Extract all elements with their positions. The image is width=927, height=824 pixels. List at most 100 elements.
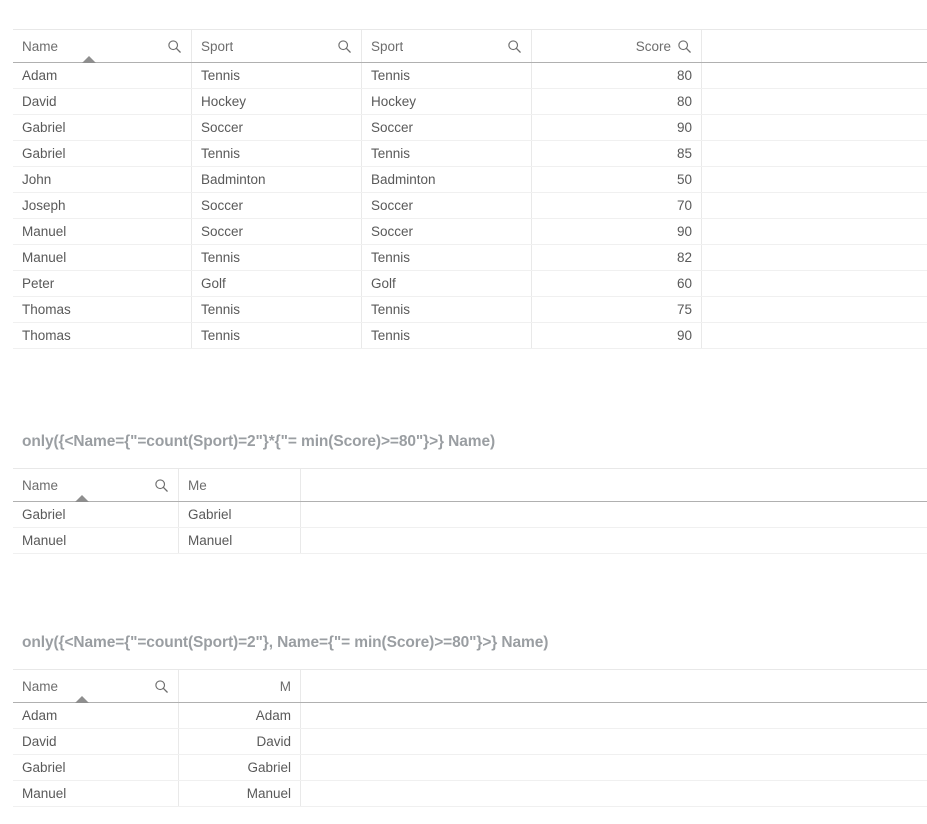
table-cell[interactable] (301, 502, 927, 527)
table-row[interactable]: Peter Golf Golf 60 (13, 271, 927, 297)
table-cell[interactable]: Golf (192, 271, 362, 296)
table-cell[interactable]: Tennis (192, 323, 362, 348)
table-cell[interactable]: Adam (179, 703, 301, 728)
table-cell[interactable]: Thomas (13, 323, 192, 348)
table-cell[interactable]: Tennis (362, 245, 532, 270)
table-cell[interactable]: David (13, 89, 192, 114)
table-cell[interactable]: Tennis (362, 297, 532, 322)
table-cell[interactable]: 90 (532, 219, 702, 244)
table-cell[interactable] (702, 297, 927, 322)
table-cell[interactable] (702, 89, 927, 114)
table-cell[interactable] (301, 729, 927, 754)
table-cell[interactable]: Peter (13, 271, 192, 296)
table-cell[interactable]: Joseph (13, 193, 192, 218)
table-cell[interactable]: Manuel (13, 219, 192, 244)
table-row[interactable]: Thomas Tennis Tennis 75 (13, 297, 927, 323)
table-cell[interactable]: Gabriel (13, 755, 179, 780)
table-cell[interactable]: Badminton (192, 167, 362, 192)
table-cell[interactable]: Gabriel (13, 502, 179, 527)
table-cell[interactable]: 90 (532, 115, 702, 140)
search-icon[interactable] (507, 39, 522, 54)
table-row[interactable]: Manuel Manuel (13, 528, 927, 554)
table-cell[interactable]: 50 (532, 167, 702, 192)
table-cell[interactable] (702, 167, 927, 192)
search-icon[interactable] (154, 478, 169, 493)
table-row[interactable]: Gabriel Gabriel (13, 502, 927, 528)
table-cell[interactable]: Hockey (362, 89, 532, 114)
table-cell[interactable] (702, 323, 927, 348)
table-cell[interactable]: Tennis (362, 63, 532, 88)
table-row[interactable]: Manuel Soccer Soccer 90 (13, 219, 927, 245)
table-cell[interactable]: 82 (532, 245, 702, 270)
table-cell[interactable]: Gabriel (13, 115, 192, 140)
search-icon[interactable] (167, 39, 182, 54)
table-cell[interactable]: Golf (362, 271, 532, 296)
table-row[interactable]: Gabriel Gabriel (13, 755, 927, 781)
table-cell[interactable]: Soccer (192, 193, 362, 218)
table-cell[interactable]: Badminton (362, 167, 532, 192)
table-cell[interactable]: Soccer (362, 115, 532, 140)
table-row[interactable]: Manuel Tennis Tennis 82 (13, 245, 927, 271)
table-cell[interactable]: Tennis (192, 245, 362, 270)
table-cell[interactable] (702, 219, 927, 244)
table-cell[interactable]: 60 (532, 271, 702, 296)
table-cell[interactable]: Gabriel (13, 141, 192, 166)
table-cell[interactable] (702, 245, 927, 270)
table-cell[interactable]: Tennis (192, 63, 362, 88)
table-cell[interactable]: Manuel (13, 245, 192, 270)
table-cell[interactable] (301, 528, 927, 553)
column-header-score-3[interactable]: Score (532, 30, 702, 62)
table-cell[interactable]: Gabriel (179, 755, 301, 780)
table-cell[interactable]: Tennis (192, 297, 362, 322)
table-row[interactable]: Manuel Manuel (13, 781, 927, 807)
table-row[interactable]: Adam Tennis Tennis 80 (13, 63, 927, 89)
table-cell[interactable]: Tennis (192, 141, 362, 166)
table-cell[interactable]: Adam (13, 703, 179, 728)
table-row[interactable]: Thomas Tennis Tennis 90 (13, 323, 927, 349)
table-cell[interactable]: 75 (532, 297, 702, 322)
table-cell[interactable]: Manuel (13, 781, 179, 806)
table-row[interactable]: John Badminton Badminton 50 (13, 167, 927, 193)
table-cell[interactable]: Manuel (179, 781, 301, 806)
table-cell[interactable]: Gabriel (179, 502, 301, 527)
search-icon[interactable] (677, 39, 692, 54)
table-cell[interactable] (702, 63, 927, 88)
table-row[interactable]: David Hockey Hockey 80 (13, 89, 927, 115)
table-row[interactable]: Joseph Soccer Soccer 70 (13, 193, 927, 219)
table-cell[interactable]: John (13, 167, 192, 192)
table-cell[interactable]: Tennis (362, 323, 532, 348)
table-cell[interactable] (702, 271, 927, 296)
table-cell[interactable]: Hockey (192, 89, 362, 114)
table-cell[interactable]: 70 (532, 193, 702, 218)
table-cell[interactable] (301, 703, 927, 728)
table-cell[interactable]: Manuel (179, 528, 301, 553)
column-header-name-0[interactable]: Name (13, 670, 179, 702)
table-cell[interactable] (702, 115, 927, 140)
column-header-sport-2[interactable]: Sport (362, 30, 532, 62)
table-cell[interactable]: Thomas (13, 297, 192, 322)
column-header-name-0[interactable]: Name (13, 30, 192, 62)
table-cell[interactable]: Soccer (192, 115, 362, 140)
table-cell[interactable]: Soccer (362, 219, 532, 244)
table-row[interactable]: David David (13, 729, 927, 755)
table-cell[interactable]: Soccer (362, 193, 532, 218)
table-cell[interactable] (702, 193, 927, 218)
search-icon[interactable] (154, 679, 169, 694)
table-cell[interactable]: David (179, 729, 301, 754)
table-cell[interactable]: 80 (532, 63, 702, 88)
table-cell[interactable]: Manuel (13, 528, 179, 553)
table-cell[interactable]: Soccer (192, 219, 362, 244)
table-cell[interactable]: 80 (532, 89, 702, 114)
search-icon[interactable] (337, 39, 352, 54)
table-cell[interactable] (301, 781, 927, 806)
column-header-sport-1[interactable]: Sport (192, 30, 362, 62)
table-cell[interactable]: Tennis (362, 141, 532, 166)
table-cell[interactable] (702, 141, 927, 166)
table-cell[interactable]: David (13, 729, 179, 754)
table-cell[interactable]: 85 (532, 141, 702, 166)
table-row[interactable]: Adam Adam (13, 703, 927, 729)
column-header-name-0[interactable]: Name (13, 469, 179, 501)
table-row[interactable]: Gabriel Soccer Soccer 90 (13, 115, 927, 141)
table-cell[interactable]: Adam (13, 63, 192, 88)
table-row[interactable]: Gabriel Tennis Tennis 85 (13, 141, 927, 167)
